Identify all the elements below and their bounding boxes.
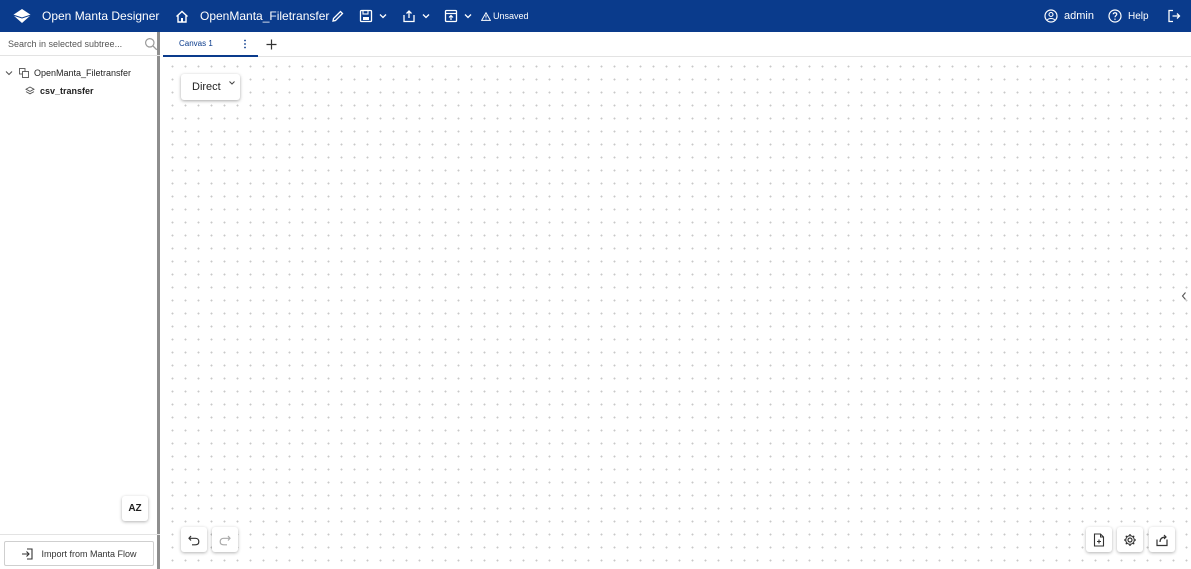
help-label: Help bbox=[1128, 10, 1149, 22]
import-from-manta-flow-button[interactable]: Import from Manta Flow bbox=[4, 541, 154, 566]
tab-label: Canvas 1 bbox=[179, 39, 213, 48]
canvas-tabbar: Canvas 1 bbox=[163, 32, 1191, 57]
save-button[interactable] bbox=[357, 7, 389, 25]
unsaved-label: Unsaved bbox=[493, 11, 529, 21]
search-icon[interactable] bbox=[144, 37, 158, 51]
chevron-down-icon bbox=[422, 14, 429, 19]
tab-canvas-1[interactable]: Canvas 1 bbox=[163, 32, 258, 57]
user-name: admin bbox=[1064, 10, 1094, 22]
share-export-button[interactable] bbox=[1149, 527, 1175, 552]
add-file-button[interactable] bbox=[1086, 527, 1112, 552]
layers-icon bbox=[24, 86, 35, 96]
tree-item-label: csv_transfer bbox=[40, 86, 94, 96]
sort-az-button[interactable]: AZ bbox=[122, 496, 148, 521]
project-tree: OpenManta_Filetransfer csv_transfer bbox=[0, 64, 160, 100]
tree-item-label: OpenManta_Filetransfer bbox=[34, 68, 132, 78]
settings-button[interactable] bbox=[1117, 527, 1143, 552]
chevron-down-icon bbox=[229, 81, 235, 85]
add-tab-button[interactable] bbox=[263, 36, 279, 52]
file-plus-icon bbox=[1093, 532, 1105, 547]
plus-icon bbox=[266, 39, 276, 49]
warning-icon bbox=[481, 11, 491, 21]
sidebar-footer: Import from Manta Flow bbox=[0, 534, 160, 569]
share-icon bbox=[1156, 534, 1168, 546]
import-label: Import from Manta Flow bbox=[41, 548, 137, 559]
redo-button[interactable] bbox=[212, 527, 238, 552]
chevron-left-icon bbox=[1181, 292, 1186, 300]
import-icon bbox=[22, 547, 34, 560]
design-canvas[interactable]: Direct bbox=[163, 57, 1191, 569]
help-button[interactable]: Help bbox=[1108, 0, 1149, 32]
right-panel-toggle[interactable] bbox=[1179, 289, 1189, 303]
more-vertical-icon[interactable] bbox=[241, 37, 249, 51]
mode-dropdown[interactable]: Direct bbox=[181, 74, 240, 100]
sort-az-icon: AZ bbox=[128, 503, 142, 514]
app-header: Open Manta Designer OpenManta_Filetransf… bbox=[0, 0, 1191, 32]
pencil-icon bbox=[332, 10, 344, 22]
sidebar-search bbox=[0, 32, 160, 56]
home-icon[interactable] bbox=[174, 7, 190, 25]
subtree-search-input[interactable] bbox=[0, 32, 140, 56]
window-upload-icon bbox=[444, 9, 457, 23]
chevron-down-icon bbox=[464, 14, 471, 19]
export-icon bbox=[402, 10, 415, 23]
project-name: OpenManta_Filetransfer bbox=[200, 9, 330, 23]
export-button[interactable] bbox=[400, 7, 432, 25]
project-sidebar: OpenManta_Filetransfer csv_transfer AZ I… bbox=[0, 32, 160, 569]
chevron-down-icon bbox=[379, 14, 386, 19]
help-circle-icon bbox=[1108, 9, 1122, 23]
app-title: Open Manta Designer bbox=[42, 9, 160, 23]
mode-label: Direct bbox=[192, 81, 221, 93]
logout-icon bbox=[1168, 9, 1181, 23]
undo-icon bbox=[188, 535, 200, 545]
tree-item-csv-transfer[interactable]: csv_transfer bbox=[0, 82, 160, 100]
gear-icon bbox=[1124, 533, 1136, 546]
app-logo-icon[interactable] bbox=[12, 6, 32, 26]
user-circle-icon bbox=[1044, 9, 1058, 23]
edit-button[interactable] bbox=[330, 7, 346, 25]
unsaved-status: Unsaved bbox=[481, 0, 529, 32]
project-icon bbox=[18, 68, 29, 78]
undo-button[interactable] bbox=[181, 527, 207, 552]
chevron-down-icon[interactable] bbox=[4, 70, 14, 76]
tree-item-root[interactable]: OpenManta_Filetransfer bbox=[0, 64, 160, 82]
redo-icon bbox=[219, 535, 231, 545]
logout-button[interactable] bbox=[1166, 7, 1182, 25]
user-menu[interactable]: admin bbox=[1044, 0, 1094, 32]
save-icon bbox=[359, 9, 372, 23]
deploy-button[interactable] bbox=[442, 7, 474, 25]
